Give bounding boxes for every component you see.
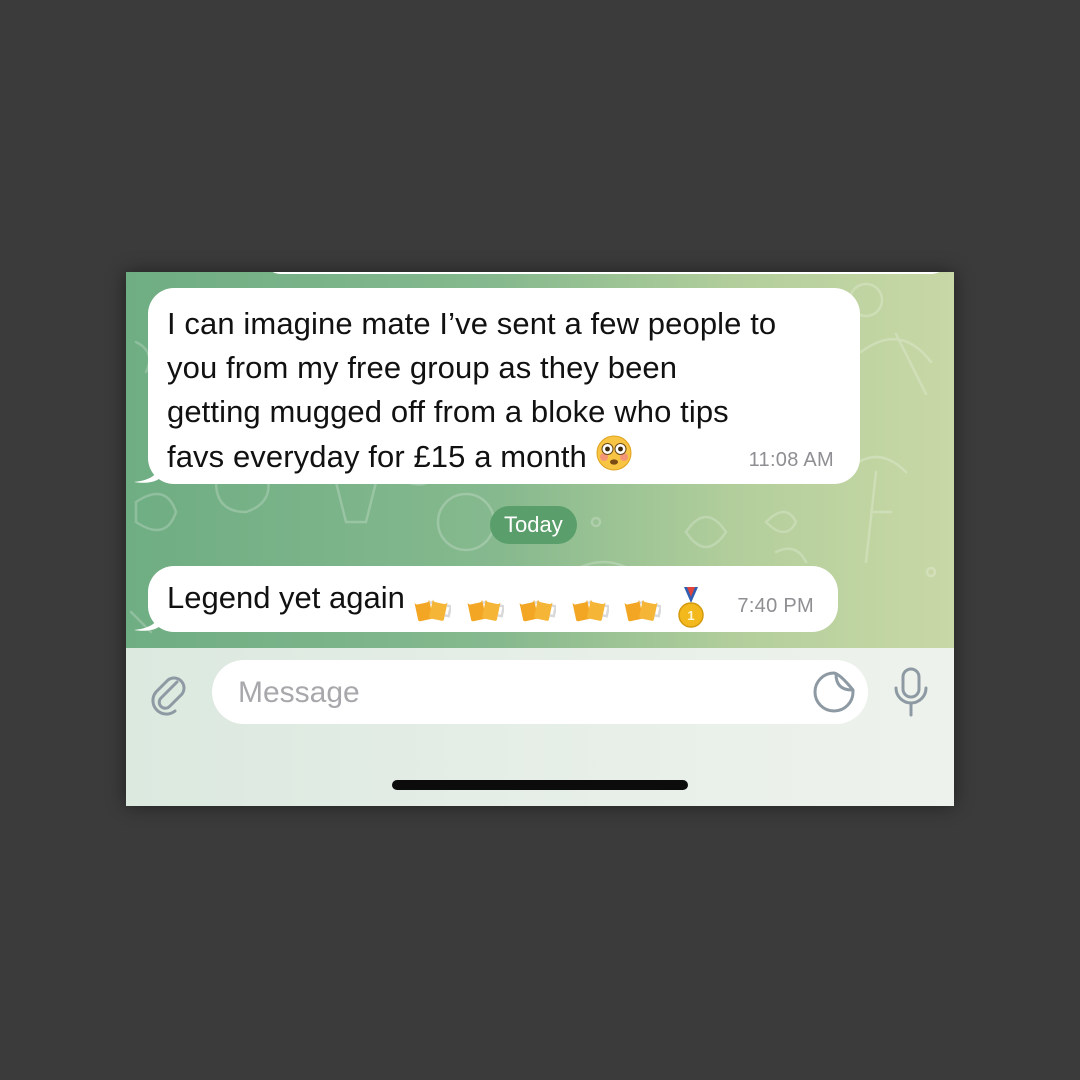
bubble-tail: [134, 608, 160, 631]
bubble-tail: [134, 460, 160, 483]
flushed-face-emoji: [595, 434, 633, 484]
gold-medal-emoji: 1: [678, 586, 704, 628]
message-text: I can imagine mate I’ve sent a few peopl…: [167, 302, 839, 484]
home-indicator-bar: [392, 780, 688, 790]
chat-message-list[interactable]: I can imagine mate I’ve sent a few peopl…: [126, 272, 954, 648]
svg-text:1: 1: [687, 608, 694, 623]
message-text: Legend yet again 1: [167, 576, 818, 629]
beer-mugs-emoji: [519, 595, 558, 622]
beer-mugs-emoji: [624, 595, 663, 622]
sticker-icon[interactable]: [812, 670, 856, 714]
incoming-message-bubble[interactable]: Legend yet again 1 7:40 PM: [134, 566, 838, 632]
message-input-field[interactable]: [212, 660, 868, 726]
beer-mugs-emoji: [414, 595, 453, 622]
beer-mugs-emoji: [466, 595, 505, 622]
paperclip-icon[interactable]: [146, 670, 192, 716]
message-input[interactable]: [236, 660, 800, 726]
date-separator-badge: Today: [490, 506, 577, 544]
microphone-icon[interactable]: [888, 666, 934, 718]
message-timestamp: 11:08 AM: [748, 449, 834, 471]
chat-screenshot: I can imagine mate I’ve sent a few peopl…: [126, 272, 954, 806]
message-composer: [126, 648, 954, 806]
incoming-message-bubble[interactable]: I can imagine mate I’ve sent a few peopl…: [134, 288, 860, 484]
beer-mugs-emoji: [572, 595, 611, 622]
message-timestamp: 7:40 PM: [737, 595, 814, 617]
emoji-sequence: 1: [413, 584, 712, 629]
previous-message-bubble-edge: [266, 272, 946, 274]
